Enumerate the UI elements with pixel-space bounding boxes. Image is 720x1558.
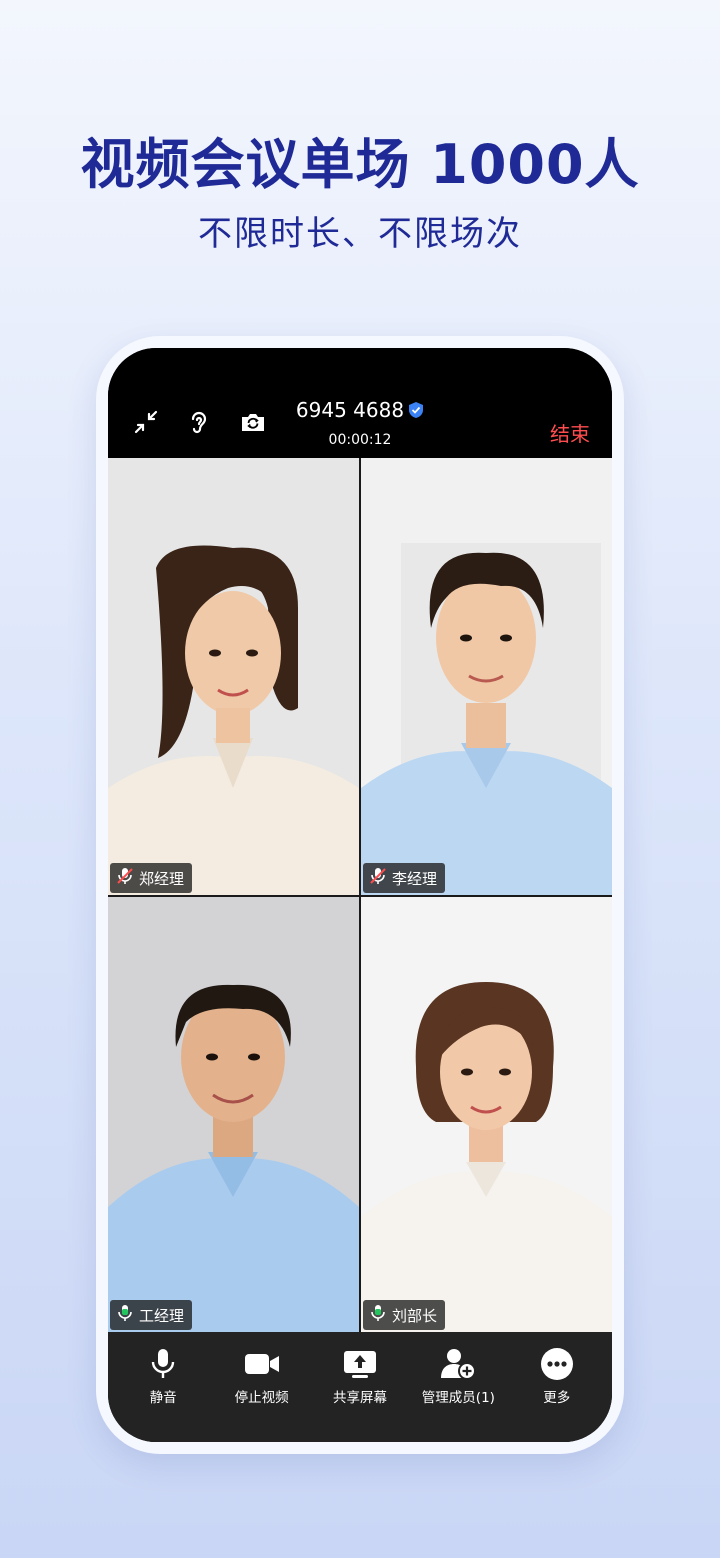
muted-mic-icon — [116, 866, 134, 890]
meeting-id-row: 6945 4688 — [108, 398, 612, 424]
mute-label: 静音 — [149, 1390, 177, 1406]
meeting-control-bar: 静音 停止视频 共享屏幕 管理成员(1) 更多 — [108, 1332, 612, 1442]
participant-name-tag: 李经理 — [363, 863, 446, 893]
participant-video — [108, 897, 359, 1332]
video-tile-3[interactable]: 工经理 — [108, 897, 359, 1332]
participant-name: 李经理 — [392, 869, 438, 888]
meeting-timer: 00:00:12 — [328, 432, 392, 448]
manage-members-icon — [440, 1346, 477, 1382]
more-label: 更多 — [543, 1390, 571, 1406]
more-icon — [540, 1346, 574, 1382]
phone-screen: 6945 4688 00:00:12 结束 郑经理 李经理 工经理 刘部长 静音… — [108, 348, 612, 1442]
participant-name: 刘部长 — [392, 1306, 438, 1325]
participant-name-tag: 工经理 — [110, 1300, 193, 1330]
manage-members-label: 管理成员(1) — [421, 1390, 495, 1406]
participant-video — [108, 458, 359, 895]
share-screen-button[interactable]: 共享屏幕 — [312, 1332, 408, 1442]
meeting-id[interactable]: 6945 4688 — [296, 398, 404, 422]
participant-video — [361, 897, 612, 1332]
participant-name-tag: 郑经理 — [110, 863, 193, 893]
stop-video-label: 停止视频 — [234, 1390, 289, 1406]
active-mic-icon — [116, 1303, 134, 1327]
muted-mic-icon — [369, 866, 387, 890]
video-tile-4[interactable]: 刘部长 — [361, 897, 612, 1332]
stop-video-button[interactable]: 停止视频 — [214, 1332, 310, 1442]
participant-name: 郑经理 — [139, 869, 185, 888]
share-screen-icon — [343, 1346, 377, 1382]
verified-shield-icon — [408, 400, 424, 424]
participant-name-tag: 刘部长 — [363, 1300, 446, 1330]
participant-video — [361, 458, 612, 895]
video-camera-icon — [244, 1346, 280, 1382]
microphone-icon — [149, 1346, 177, 1382]
share-screen-label: 共享屏幕 — [332, 1390, 387, 1406]
meeting-top-bar: 6945 4688 00:00:12 结束 — [108, 348, 612, 458]
video-tile-2[interactable]: 李经理 — [361, 458, 612, 895]
active-mic-icon — [369, 1303, 387, 1327]
participant-name: 工经理 — [139, 1306, 185, 1325]
video-tile-1[interactable]: 郑经理 — [108, 458, 359, 895]
video-grid: 郑经理 李经理 工经理 刘部长 — [108, 458, 612, 1332]
subline: 不限时长、不限场次 — [198, 214, 522, 254]
headline: 视频会议单场 1000人 — [80, 133, 640, 196]
mute-button[interactable]: 静音 — [115, 1332, 211, 1442]
end-meeting-button[interactable]: 结束 — [550, 418, 590, 447]
manage-members-button[interactable]: 管理成员(1) — [410, 1332, 506, 1442]
more-button[interactable]: 更多 — [509, 1332, 605, 1442]
